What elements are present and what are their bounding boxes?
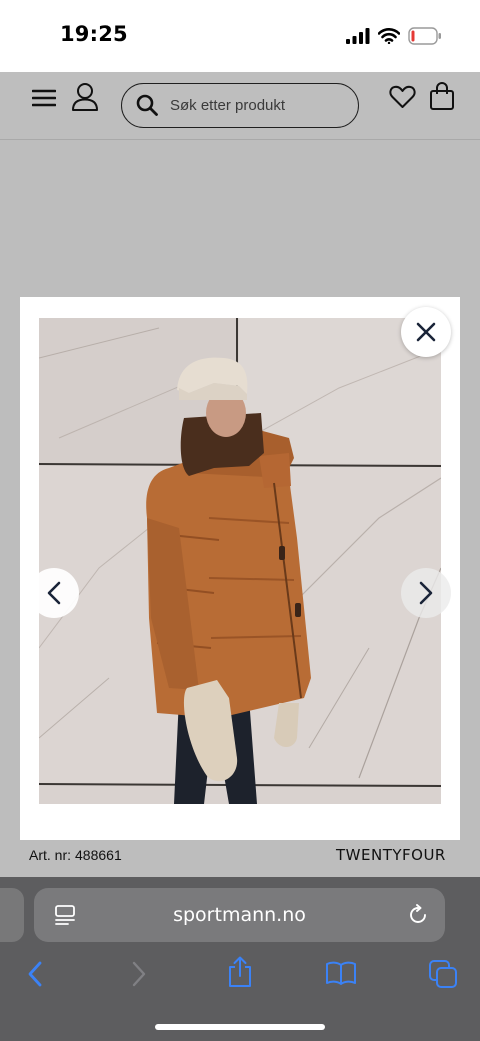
status-icons: [346, 26, 442, 46]
chevron-left-icon: [47, 581, 61, 605]
site-header: [0, 72, 480, 140]
status-bar: 19:25: [0, 0, 480, 72]
search-icon[interactable]: [136, 94, 158, 116]
share-icon[interactable]: [227, 956, 253, 988]
chevron-right-icon: [419, 581, 433, 605]
browser-toolbar: sportmann.no: [0, 877, 480, 1041]
brand-logo: TWENTYFOUR: [336, 846, 446, 864]
forward-icon[interactable]: [130, 961, 148, 987]
address-bar[interactable]: sportmann.no: [34, 888, 445, 942]
signal-icon: [346, 28, 370, 44]
back-icon[interactable]: [26, 961, 44, 987]
article-number: Art. nr: 488661: [29, 847, 122, 863]
previous-tab-preview[interactable]: [0, 888, 24, 942]
image-gallery-modal: [20, 297, 460, 840]
wifi-icon: [378, 28, 400, 44]
home-indicator: [155, 1024, 325, 1030]
close-icon: [416, 322, 436, 342]
tabs-icon[interactable]: [428, 959, 458, 989]
close-button[interactable]: [401, 307, 451, 357]
article-number-label: Art. nr:: [29, 847, 72, 863]
reload-icon[interactable]: [407, 904, 429, 926]
heart-icon[interactable]: [389, 85, 416, 109]
previous-image-button[interactable]: [29, 568, 79, 618]
search-input[interactable]: [170, 84, 350, 126]
product-photo-image: [39, 318, 441, 804]
battery-low-icon: [408, 27, 441, 45]
user-icon[interactable]: [71, 82, 99, 112]
article-number-value: 488661: [75, 847, 122, 863]
bookmarks-icon[interactable]: [325, 961, 357, 985]
product-photo: [39, 318, 441, 804]
search-box[interactable]: [121, 83, 359, 128]
next-image-button[interactable]: [401, 568, 451, 618]
menu-icon[interactable]: [32, 88, 56, 108]
url-text: sportmann.no: [173, 904, 306, 926]
status-time: 19:25: [60, 22, 128, 46]
shopping-bag-icon[interactable]: [429, 82, 455, 111]
